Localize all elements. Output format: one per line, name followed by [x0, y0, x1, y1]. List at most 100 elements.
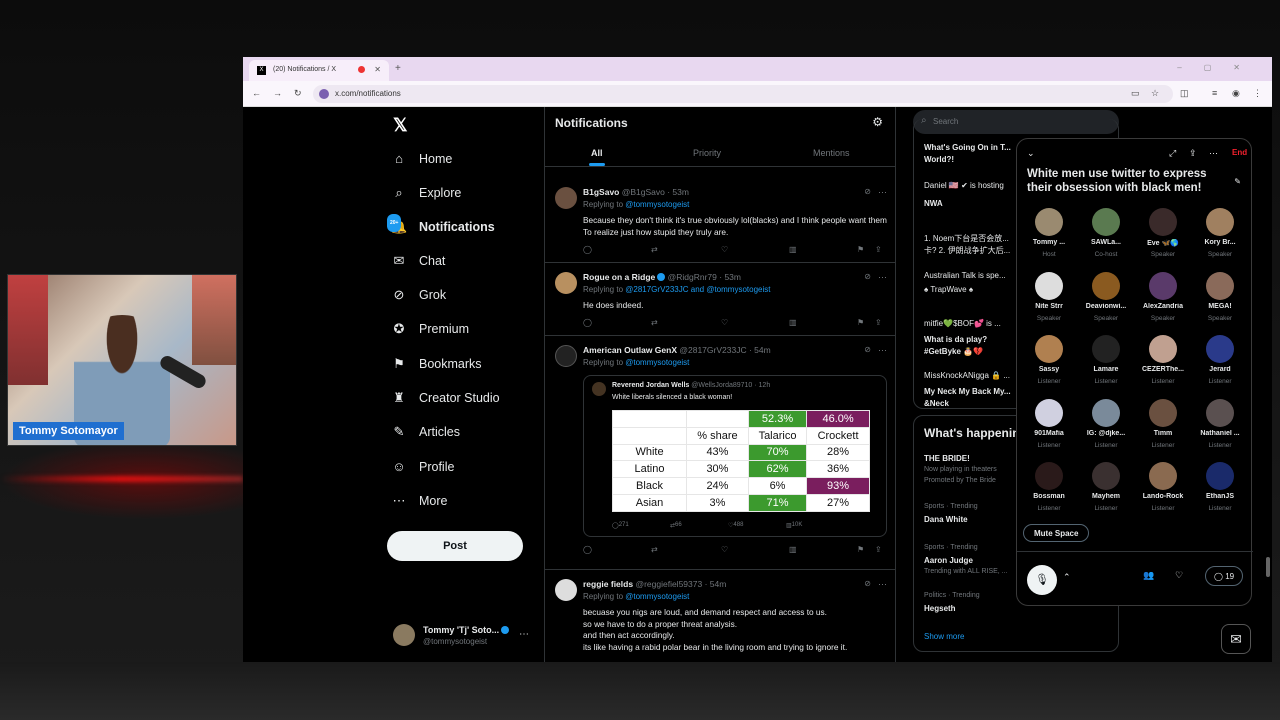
more-icon[interactable]: ⋯	[878, 345, 887, 356]
address-bar[interactable]: x.com/notifications	[313, 85, 1173, 103]
browser-tab[interactable]: X (20) Notifications / X ✕	[249, 60, 389, 81]
like-icon[interactable]: ♡	[721, 318, 728, 327]
share-icon[interactable]: ⇪	[1189, 148, 1197, 159]
more-icon[interactable]: ⋯	[878, 579, 887, 590]
bookmark-icon[interactable]: ⚑	[857, 245, 864, 254]
edit-icon[interactable]: ✎	[1234, 177, 1241, 186]
avatar[interactable]	[555, 272, 577, 294]
participant[interactable]: Nite Strr Speaker	[1021, 271, 1077, 328]
tab-mentions[interactable]: Mentions	[813, 148, 850, 158]
participant[interactable]: Nathaniel ... Listener	[1192, 398, 1248, 455]
participant[interactable]: Mayhem Listener	[1078, 462, 1134, 518]
forward-icon[interactable]: →	[273, 88, 282, 98]
participant[interactable]: MEGA! Speaker	[1192, 271, 1248, 328]
participant[interactable]: Jerard Listener	[1192, 335, 1248, 391]
participant[interactable]: 901Mafia Listener	[1021, 398, 1077, 455]
avatar[interactable]	[555, 187, 577, 209]
star-icon[interactable]: ☆	[1151, 88, 1159, 99]
more-icon[interactable]: ⋯	[1209, 148, 1218, 159]
reply-icon[interactable]: ◯	[583, 318, 592, 327]
feed-item[interactable]: World?!	[924, 155, 954, 164]
post-button[interactable]: Post	[387, 531, 523, 561]
grok-icon[interactable]: ⊘	[864, 187, 871, 196]
menu-icon[interactable]: ⋮	[1253, 88, 1262, 99]
show-more-link[interactable]: Show more	[924, 632, 964, 641]
participant[interactable]: Kory Br... Speaker	[1192, 208, 1248, 264]
tweet[interactable]: reggie fields @reggiefiel59373 · 54m ⊘ ⋯ …	[545, 571, 895, 662]
sidebar-item-creator-studio[interactable]: ♜ Creator Studio	[391, 388, 499, 408]
sidebar-item-profile[interactable]: ☺ Profile	[391, 457, 454, 477]
participant[interactable]: Eve 🦋🌎 Speaker	[1135, 208, 1191, 264]
participant[interactable]: Tommy ... Host	[1021, 208, 1077, 264]
participant[interactable]: Lando-Rock Listener	[1135, 462, 1191, 518]
retweet-icon[interactable]: ⇄	[651, 245, 658, 254]
participant[interactable]: Sassy Listener	[1021, 335, 1077, 391]
trend-item[interactable]: Hegseth	[924, 604, 956, 613]
participant[interactable]: IG: @djke... Listener	[1078, 398, 1134, 455]
participant[interactable]: EthanJS Listener	[1192, 462, 1248, 518]
views-icon[interactable]: ▥	[789, 245, 797, 254]
cast-icon[interactable]: ▭	[1131, 88, 1140, 99]
avatar[interactable]	[555, 345, 577, 367]
more-icon[interactable]: ⋯	[519, 629, 529, 640]
reply-icon[interactable]: ◯	[583, 545, 592, 554]
retweet-icon[interactable]: ⇄	[651, 545, 658, 554]
share-icon[interactable]: ⇪	[875, 545, 882, 554]
trend-item[interactable]: THE BRIDE!	[924, 454, 970, 463]
sidebar-item-bookmarks[interactable]: ⚑ Bookmarks	[391, 354, 481, 374]
end-space-button[interactable]: End	[1232, 148, 1247, 157]
bookmark-icon[interactable]: ⚑	[857, 545, 864, 554]
sidebar-item-more[interactable]: ⋯ More	[391, 491, 448, 511]
trend-item[interactable]: Aaron Judge	[924, 556, 973, 565]
reply-icon[interactable]: ◯	[583, 245, 592, 254]
feed-item[interactable]: 1. Noem下台是否会放...	[924, 233, 1009, 244]
like-icon[interactable]: ♡	[721, 245, 728, 254]
feed-item[interactable]: &Neck	[924, 399, 949, 408]
feed-item[interactable]: mitfie💚$BOF💕 is ...	[924, 319, 1001, 328]
sidepanel-icon[interactable]: ◫	[1180, 88, 1189, 99]
back-icon[interactable]: ←	[252, 88, 261, 98]
grok-icon[interactable]: ⊘	[864, 345, 871, 354]
like-icon[interactable]: ♡	[721, 545, 728, 554]
retweet-icon[interactable]: ⇄	[651, 318, 658, 327]
site-info-icon[interactable]	[319, 89, 329, 99]
media-icon[interactable]: ≡	[1212, 88, 1217, 98]
messages-icon[interactable]: ✉	[1221, 624, 1251, 654]
gear-icon[interactable]: ⚙	[872, 115, 883, 129]
sidebar-item-explore[interactable]: ⌕ Explore	[391, 183, 461, 203]
quoted-tweet[interactable]: Reverend Jordan Wells @WellsJorda89710 ·…	[583, 375, 887, 537]
feed-item[interactable]: #GetByke 🎂💔	[924, 347, 983, 356]
participant[interactable]: AlexZandria Speaker	[1135, 271, 1191, 328]
participant[interactable]: Deavionwi... Speaker	[1078, 271, 1134, 328]
feed-item[interactable]: What is da play?	[924, 335, 987, 344]
views-icon[interactable]: ▥	[789, 545, 797, 554]
feed-item[interactable]: 卡? 2. 伊朗战争扩大后...	[924, 245, 1010, 256]
scrollbar[interactable]	[1266, 557, 1270, 577]
feed-item[interactable]: Australian Talk is spe...	[924, 271, 1006, 280]
tweet[interactable]: B1gSavo @B1gSavo · 53m ⊘ ⋯ Replying to @t…	[545, 179, 895, 263]
tab-all[interactable]: All	[589, 148, 604, 166]
participant[interactable]: SAWLa... Co-host	[1078, 208, 1134, 264]
tweet[interactable]: Rogue on a Ridge @RidgRnr79 · 53m ⊘ ⋯ Rep…	[545, 264, 895, 336]
participant[interactable]: Lamare Listener	[1078, 335, 1134, 391]
comments-button[interactable]: ◯ 19	[1205, 566, 1244, 586]
share-icon[interactable]: ⇪	[875, 245, 882, 254]
share-icon[interactable]: ⇪	[875, 318, 882, 327]
feed-item[interactable]: NWA	[924, 199, 943, 208]
window-controls[interactable]: –▢✕	[1177, 63, 1262, 72]
new-tab-button[interactable]: +	[395, 63, 401, 74]
bookmark-icon[interactable]: ⚑	[857, 318, 864, 327]
trend-item[interactable]: Dana White	[924, 515, 968, 524]
microphone-icon[interactable]: 🎙	[1027, 565, 1057, 595]
reaction-icon[interactable]: ♡	[1175, 570, 1183, 581]
more-icon[interactable]: ⋯	[878, 187, 887, 198]
feed-item[interactable]: My Neck My Back My...	[924, 387, 1011, 396]
mute-space-button[interactable]: Mute Space	[1023, 524, 1090, 542]
chevron-up-icon[interactable]: ⌃	[1063, 572, 1071, 583]
grok-icon[interactable]: ⊘	[864, 272, 871, 281]
feed-item[interactable]: Daniel 🇺🇸 ✔ is hosting	[924, 181, 1004, 190]
participant[interactable]: Bossman Listener	[1021, 462, 1077, 518]
sidebar-item-articles[interactable]: ✎ Articles	[391, 422, 460, 442]
profile-icon[interactable]: ◉	[1232, 88, 1240, 99]
sidebar-item-grok[interactable]: ⊘ Grok	[391, 285, 447, 305]
